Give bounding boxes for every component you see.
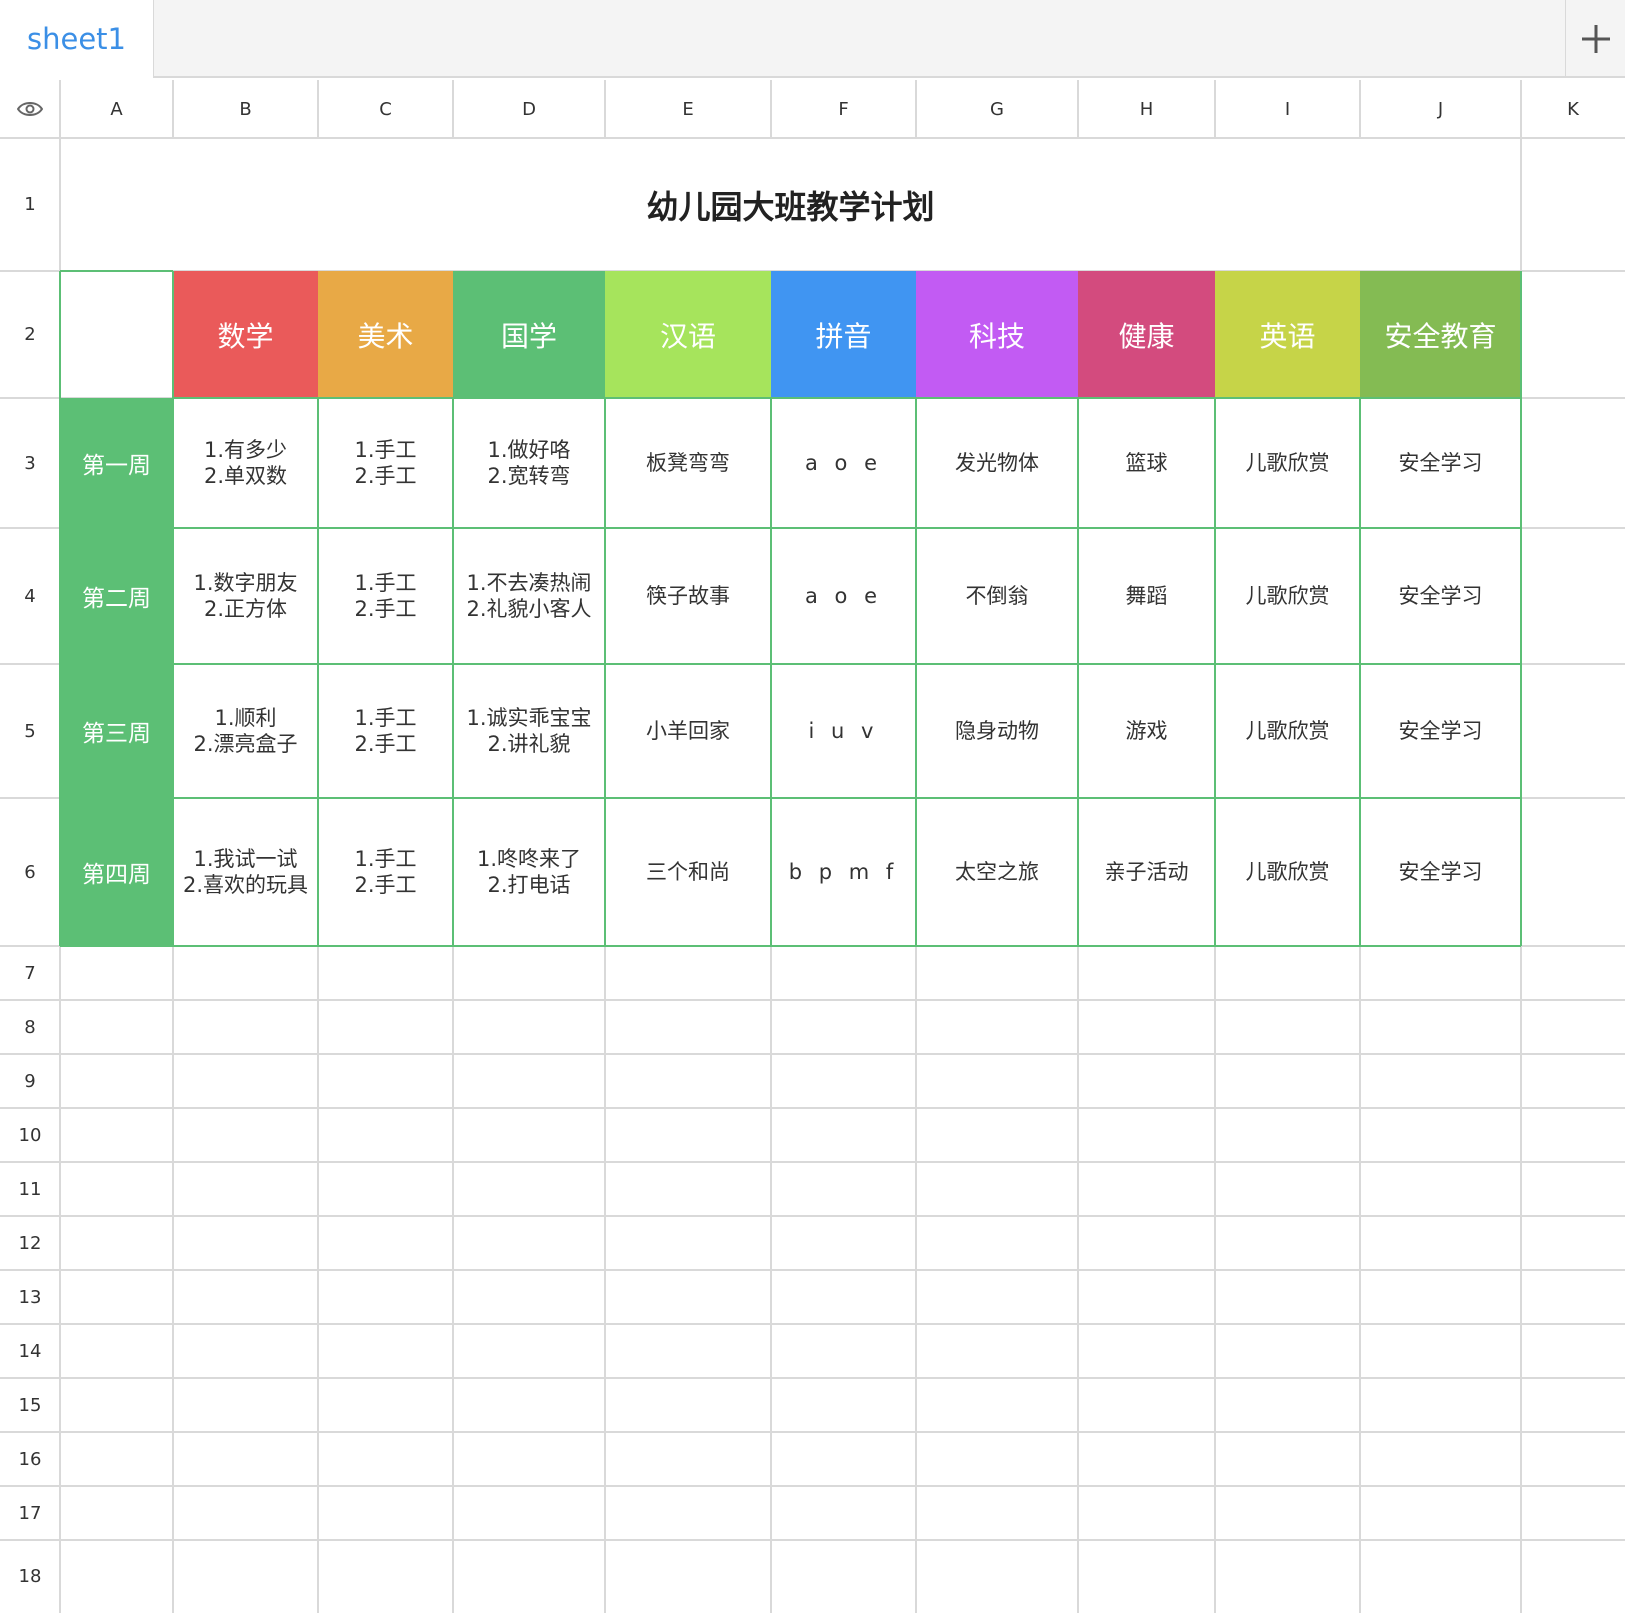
plan-cell[interactable]: 儿歌欣赏 [1216,665,1359,797]
plan-cell[interactable]: 1.数字朋友 2.正方体 [174,529,317,663]
spreadsheet-grid: A B C D E F G H I J K 1 2 3 4 5 6 7 8 9 10 11 12 13 14 15 16 17 18 幼儿… [0,80,1625,1613]
plan-cell[interactable]: 隐身动物 [917,665,1077,797]
row-header-16[interactable]: 16 [1,1433,59,1485]
plan-cell[interactable]: 1.不去凑热闹 2.礼貌小客人 [454,529,604,663]
plan-cell[interactable]: 1.有多少 2.单双数 [174,399,317,527]
column-header-f[interactable]: F [772,81,915,137]
subject-header[interactable]: 国学 [453,271,605,398]
plan-cell[interactable]: 舞蹈 [1079,529,1214,663]
row-header-17[interactable]: 17 [1,1487,59,1539]
subject-header[interactable]: 拼音 [771,271,916,398]
plan-cell[interactable]: 儿歌欣赏 [1216,799,1359,945]
plan-cell[interactable]: 发光物体 [917,399,1077,527]
sheet-tab[interactable]: sheet1 [0,0,154,78]
plan-cell[interactable]: i u v [772,665,915,797]
week-label[interactable]: 第二周 [60,528,173,664]
add-sheet-button[interactable] [1565,0,1625,78]
plan-cell[interactable]: 1.手工 2.手工 [319,399,452,527]
plan-cell[interactable]: 1.手工 2.手工 [319,529,452,663]
plan-cell[interactable]: 1.手工 2.手工 [319,665,452,797]
plan-cell[interactable]: 太空之旅 [917,799,1077,945]
plan-cell[interactable]: b p m f [772,799,915,945]
plan-cell[interactable]: 筷子故事 [606,529,770,663]
subject-header[interactable]: 科技 [916,271,1078,398]
week-label[interactable]: 第四周 [60,798,173,946]
plan-cell[interactable]: 篮球 [1079,399,1214,527]
row-header-3[interactable]: 3 [1,399,59,527]
plan-cell[interactable]: 安全学习 [1361,399,1520,527]
eye-icon [17,102,43,116]
column-header-a[interactable]: A [61,81,172,137]
plan-cell[interactable]: 板凳弯弯 [606,399,770,527]
plan-cell[interactable]: 1.顺利 2.漂亮盒子 [174,665,317,797]
spreadsheet-app: sheet1 A B C D E F G H I J K 1 2 3 4 5 6 7 8 9 10 11 12 13 14 15 1… [0,0,1625,1613]
column-header-k[interactable]: K [1522,81,1624,137]
row-header-18[interactable]: 18 [1,1541,59,1612]
plan-cell[interactable]: 儿歌欣赏 [1216,399,1359,527]
plus-icon [1581,25,1610,53]
cell-a2[interactable] [61,272,172,397]
plan-cell[interactable]: 1.我试一试 2.喜欢的玩具 [174,799,317,945]
row-header-1[interactable]: 1 [1,139,59,270]
row-header-11[interactable]: 11 [1,1163,59,1215]
row-header-12[interactable]: 12 [1,1217,59,1269]
subject-header[interactable]: 英语 [1215,271,1360,398]
select-all-corner[interactable] [0,80,60,138]
subject-header[interactable]: 健康 [1078,271,1215,398]
plan-cell[interactable]: 1.诚实乖宝宝 2.讲礼貌 [454,665,604,797]
column-header-j[interactable]: J [1361,81,1520,137]
row-header-10[interactable]: 10 [1,1109,59,1161]
sheet-tab-bar: sheet1 [0,0,1625,78]
week-label[interactable]: 第一周 [60,398,173,528]
subject-header[interactable]: 汉语 [605,271,771,398]
row-header-15[interactable]: 15 [1,1379,59,1431]
plan-cell[interactable]: 1.咚咚来了 2.打电话 [454,799,604,945]
plan-cell[interactable]: 不倒翁 [917,529,1077,663]
row-header-2[interactable]: 2 [1,272,59,397]
plan-cell[interactable]: a o e [772,399,915,527]
plan-cell[interactable]: 游戏 [1079,665,1214,797]
column-header-g[interactable]: G [917,81,1077,137]
row-header-9[interactable]: 9 [1,1055,59,1107]
column-header-b[interactable]: B [174,81,317,137]
column-header-e[interactable]: E [606,81,770,137]
row-header-5[interactable]: 5 [1,665,59,797]
plan-cell[interactable]: 1.手工 2.手工 [319,799,452,945]
plan-cell[interactable]: 亲子活动 [1079,799,1214,945]
plan-cell[interactable]: a o e [772,529,915,663]
week-label[interactable]: 第三周 [60,664,173,798]
row-header-8[interactable]: 8 [1,1001,59,1053]
plan-cell[interactable]: 1.做好咯 2.宽转弯 [454,399,604,527]
plan-cell[interactable]: 小羊回家 [606,665,770,797]
sheet-title[interactable]: 幼儿园大班教学计划 [61,139,1520,270]
row-header-13[interactable]: 13 [1,1271,59,1323]
row-header-4[interactable]: 4 [1,529,59,663]
subject-header[interactable]: 安全教育 [1360,271,1521,398]
plan-cell[interactable]: 安全学习 [1361,665,1520,797]
plan-cell[interactable]: 安全学习 [1361,529,1520,663]
column-header-d[interactable]: D [454,81,604,137]
plan-cell[interactable]: 安全学习 [1361,799,1520,945]
column-header-h[interactable]: H [1079,81,1214,137]
plan-cell[interactable]: 儿歌欣赏 [1216,529,1359,663]
row-header-14[interactable]: 14 [1,1325,59,1377]
subject-header[interactable]: 美术 [318,271,453,398]
row-header-6[interactable]: 6 [1,799,59,945]
column-header-c[interactable]: C [319,81,452,137]
plan-cell[interactable]: 三个和尚 [606,799,770,945]
row-header-7[interactable]: 7 [1,947,59,999]
column-header-i[interactable]: I [1216,81,1359,137]
subject-header[interactable]: 数学 [173,271,318,398]
